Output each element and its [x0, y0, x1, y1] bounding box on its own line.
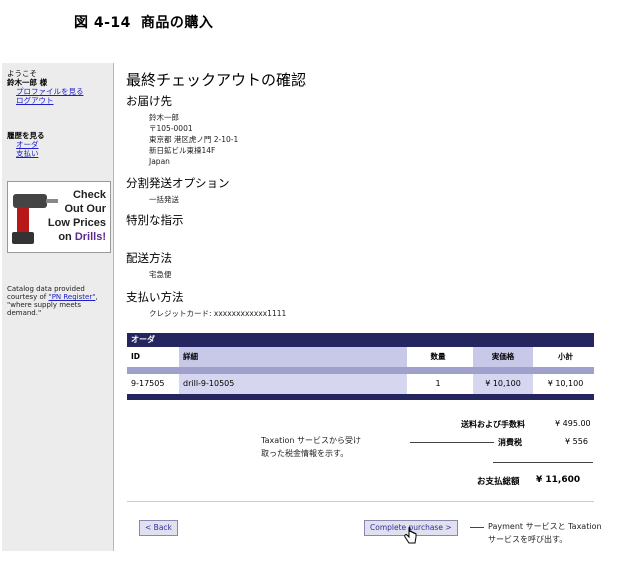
sidebar: ようこそ 鈴木一郎 様 プロファイルを見る ログアウト 履歴を見る オーダ 支払… — [2, 63, 114, 551]
hand-cursor-icon — [404, 527, 417, 544]
ad-line-4-accent: Drills! — [74, 231, 106, 243]
address-line: 鈴木一郎 — [149, 113, 179, 122]
tax-annotation: Taxation サービスから受け 取った税金情報を示す。 — [261, 434, 361, 460]
logout-link[interactable]: ログアウト — [7, 96, 84, 105]
orders-link[interactable]: オーダ — [7, 140, 45, 149]
tax-annotation-leader — [410, 442, 494, 443]
shipping-value: ¥ 495.00 — [555, 419, 591, 428]
table-row: 9-17505 drill-9-10505 1 ¥ 10,100 ¥ 10,10… — [127, 374, 594, 394]
profile-link[interactable]: プロファイルを見る — [7, 87, 84, 96]
figure-number: 図 4-14 — [74, 15, 131, 31]
payment-value: クレジットカード: xxxxxxxxxxxx1111 — [149, 309, 287, 318]
drill-ad-banner[interactable]: Check Out Our Low Prices on Drills! — [7, 181, 111, 253]
total-divider — [493, 462, 593, 463]
page-title: 最終チェックアウトの確認 — [126, 71, 307, 89]
figure-caption: 図 4-14 商品の購入 — [74, 12, 213, 32]
back-button[interactable]: < Back — [139, 520, 178, 536]
address-line: Japan — [149, 157, 170, 166]
user-name: 鈴木一郎 様 — [7, 78, 48, 87]
row-detail: drill-9-10505 — [179, 374, 407, 394]
tax-label: 消費税 — [498, 438, 522, 447]
col-detail: 詳細 — [179, 347, 407, 367]
col-id: ID — [131, 352, 141, 361]
row-qty: 1 — [435, 379, 441, 388]
col-qty: 数量 — [430, 352, 446, 361]
footer-divider — [127, 501, 594, 502]
split-value: 一括発送 — [149, 195, 179, 204]
ship-to-heading: お届け先 — [126, 94, 172, 108]
tax-note-line-2: 取った税金情報を示す。 — [261, 449, 349, 458]
payment-note-line-2: サービスを呼び出す。 — [488, 535, 568, 544]
delivery-value: 宅急便 — [149, 270, 172, 279]
row-id: 9-17505 — [131, 379, 165, 388]
address-line: 〒105-0001 — [149, 124, 193, 133]
payment-note-line-1: Payment サービスと Taxation — [488, 522, 602, 531]
pn-register-link[interactable]: "PN Register" — [48, 293, 95, 301]
payment-annotation: Payment サービスと Taxation サービスを呼び出す。 — [488, 520, 602, 546]
delivery-heading: 配送方法 — [126, 251, 172, 265]
table-bottom-bar — [127, 394, 594, 400]
table-header: ID 詳細 数量 実価格 小計 — [127, 347, 594, 367]
ad-line-3: Low Prices — [47, 217, 106, 229]
special-instructions-heading: 特別な指示 — [126, 213, 184, 227]
ad-line-4: on Drills! — [48, 230, 106, 244]
total-label: お支払総額 — [477, 477, 520, 487]
catalog-credit: Catalog data provided courtesy of "PN Re… — [7, 285, 111, 317]
total-value: ¥ 11,600 — [536, 475, 581, 485]
figure-title: 商品の購入 — [140, 15, 214, 31]
tax-value: ¥ 556 — [565, 437, 588, 446]
history-heading: 履歴を見る — [7, 131, 45, 140]
col-price: 実価格 — [473, 347, 533, 367]
history-block: 履歴を見る オーダ 支払い — [7, 131, 45, 158]
order-table: オーダ ID 詳細 数量 実価格 小計 9-17505 drill-9-1050… — [127, 333, 594, 400]
ad-line-2: Out Our — [64, 203, 106, 215]
ad-line-1: Check — [72, 189, 106, 201]
shipping-label: 送料および手数料 — [461, 420, 525, 429]
payment-annotation-leader — [470, 527, 484, 528]
row-subtotal: ¥ 10,100 — [547, 379, 584, 388]
shipping-address: 鈴木一郎 〒105-0001 東京都 港区虎ノ門 2-10-1 新日鉱ビル東棟1… — [149, 112, 238, 167]
split-heading: 分割発送オプション — [126, 176, 230, 190]
payment-heading: 支払い方法 — [126, 290, 184, 304]
col-subtotal: 小計 — [558, 352, 573, 361]
tax-note-line-1: Taxation サービスから受け — [261, 436, 361, 445]
payments-link[interactable]: 支払い — [7, 149, 45, 158]
ad-line-4-prefix: on — [58, 231, 75, 243]
address-line: 新日鉱ビル東棟14F — [149, 146, 216, 155]
address-line: 東京都 港区虎ノ門 2-10-1 — [149, 135, 239, 144]
welcome-block: ようこそ 鈴木一郎 様 プロファイルを見る ログアウト — [7, 69, 84, 105]
welcome-text: ようこそ — [7, 69, 37, 78]
ad-text: Check Out Our Low Prices on Drills! — [48, 188, 106, 244]
order-header: オーダ — [127, 333, 594, 347]
row-price: ¥ 10,100 — [473, 374, 533, 394]
table-stripe — [127, 367, 594, 374]
